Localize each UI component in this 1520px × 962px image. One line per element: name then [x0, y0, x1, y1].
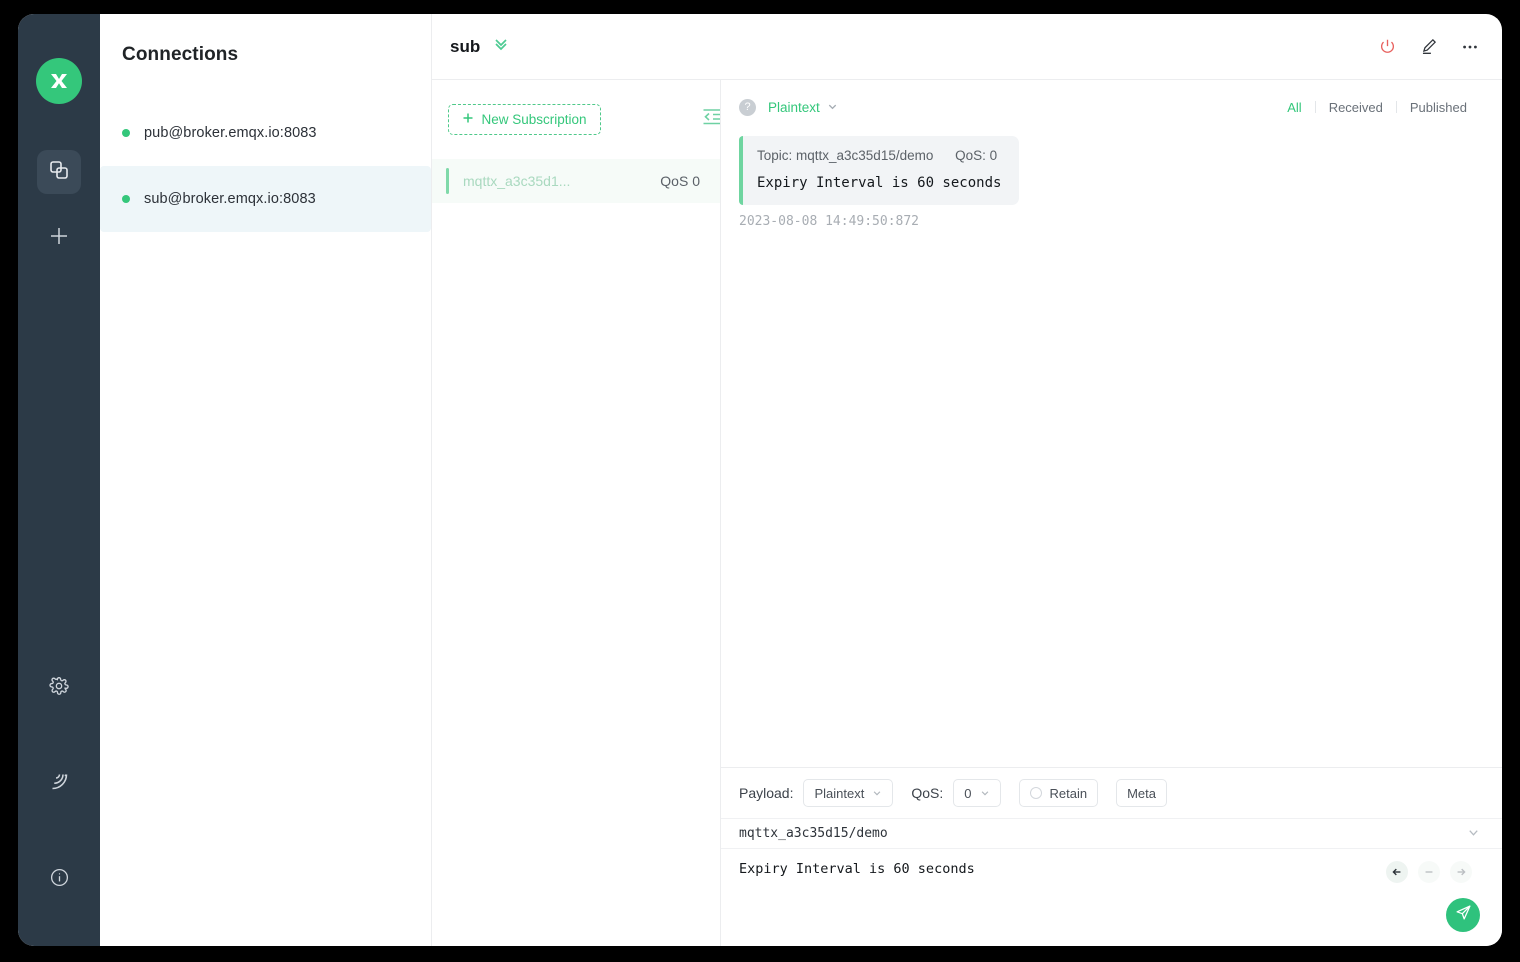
subscription-list-item[interactable]: mqttx_a3c35d1... QoS 0	[432, 159, 720, 203]
subscription-topic: mqttx_a3c35d1...	[463, 173, 571, 189]
filter-tab-all[interactable]: All	[1274, 100, 1314, 115]
subscriptions-panel: New Subscription mqttx_a3c35d1... QoS 0	[432, 80, 721, 946]
messages-toolbar: ? Plaintext All Received Published	[721, 88, 1502, 126]
message-meta: Topic: mqttx_a3c35d15/demo QoS: 0	[757, 148, 1001, 163]
messages-column: ? Plaintext All Received Published Topic…	[721, 80, 1502, 946]
connection-list-item-pub[interactable]: pub@broker.emqx.io:8083	[100, 100, 431, 166]
composer-qos-value: 0	[964, 785, 972, 801]
mqttx-logo	[36, 58, 82, 104]
publish-topic-row[interactable]: mqttx_a3c35d15/demo	[721, 818, 1502, 848]
status-dot	[122, 195, 130, 203]
message-bubble[interactable]: Topic: mqttx_a3c35d15/demo QoS: 0 Expiry…	[739, 136, 1020, 205]
message-topic: Topic: mqttx_a3c35d15/demo	[757, 148, 934, 163]
message-payload: Expiry Interval is 60 seconds	[757, 175, 1002, 191]
publish-topic-input[interactable]: mqttx_a3c35d15/demo	[739, 826, 1467, 841]
message-entry: Topic: mqttx_a3c35d15/demo QoS: 0 Expiry…	[739, 136, 1480, 229]
connection-label: pub@broker.emqx.io:8083	[144, 125, 317, 141]
composer-payload-format-select[interactable]: Plaintext	[803, 779, 894, 807]
body-split: New Subscription mqttx_a3c35d1... QoS 0	[432, 80, 1502, 946]
more-options-icon[interactable]	[1460, 37, 1480, 57]
connection-title: sub	[450, 36, 481, 56]
message-filter-tabs: All Received Published	[1274, 100, 1480, 115]
connection-list-item-sub[interactable]: sub@broker.emqx.io:8083	[100, 166, 431, 232]
chevron-down-icon	[980, 786, 990, 801]
app-window: Connections pub@broker.emqx.io:8083 sub@…	[18, 14, 1502, 946]
payload-label: Payload:	[739, 785, 794, 801]
header-actions	[1378, 37, 1480, 57]
history-next-icon[interactable]	[1450, 861, 1472, 883]
retain-checkbox[interactable]: Retain	[1018, 779, 1099, 807]
messages-scroll-area[interactable]: Topic: mqttx_a3c35d15/demo QoS: 0 Expiry…	[721, 126, 1502, 767]
send-button[interactable]	[1446, 898, 1480, 932]
qos-label: QoS:	[911, 785, 944, 801]
about-icon	[49, 867, 70, 893]
question-mark-icon[interactable]: ?	[739, 98, 756, 116]
status-dot	[122, 129, 130, 137]
edit-icon[interactable]	[1419, 37, 1438, 56]
sidebar-item-about[interactable]	[37, 858, 81, 902]
disconnect-icon[interactable]	[1378, 37, 1397, 56]
payload-format-value: Plaintext	[768, 99, 820, 115]
subscription-color-bar	[446, 168, 449, 194]
filter-tab-received[interactable]: Received	[1316, 100, 1396, 115]
composer-qos-select[interactable]: 0	[953, 779, 1001, 807]
collapse-panel-icon[interactable]	[702, 107, 720, 132]
connections-icon	[48, 159, 70, 186]
connection-header: sub	[432, 14, 1502, 80]
new-subscription-label: New Subscription	[481, 112, 587, 127]
log-icon	[49, 771, 70, 797]
send-icon	[1455, 904, 1472, 926]
subscription-qos: QoS 0	[660, 173, 700, 189]
new-subscription-button[interactable]: New Subscription	[448, 104, 601, 135]
double-chevron-down-icon[interactable]	[492, 35, 510, 58]
left-icon-rail	[18, 14, 100, 946]
page-title: Connections	[122, 44, 239, 65]
composer-payload-format-value: Plaintext	[814, 785, 865, 801]
retain-label: Retain	[1049, 785, 1088, 801]
settings-icon	[49, 676, 69, 701]
meta-button[interactable]: Meta	[1116, 779, 1167, 807]
publish-composer: Payload: Plaintext QoS: 0 Retain Meta mq…	[721, 767, 1502, 946]
connections-panel: Connections pub@broker.emqx.io:8083 sub@…	[100, 14, 432, 946]
message-qos: QoS: 0	[955, 148, 998, 163]
publish-payload-input[interactable]: Expiry Interval is 60 seconds	[739, 861, 1484, 877]
chevron-down-icon	[872, 786, 882, 801]
rail-bottom-group	[18, 666, 100, 902]
chevron-down-icon	[827, 100, 838, 115]
publish-payload-row[interactable]: Expiry Interval is 60 seconds	[721, 848, 1502, 946]
retain-radio-icon	[1029, 787, 1042, 799]
filter-tab-published[interactable]: Published	[1397, 100, 1480, 115]
sidebar-item-new-connection[interactable]	[37, 216, 81, 260]
history-nav-buttons	[1386, 861, 1472, 883]
new-connection-icon	[48, 225, 70, 252]
history-clear-icon[interactable]	[1418, 861, 1440, 883]
chevron-down-icon[interactable]	[1467, 826, 1480, 842]
message-timestamp: 2023-08-08 14:49:50:872	[739, 214, 920, 229]
payload-format-select[interactable]: Plaintext	[768, 100, 838, 115]
sidebar-item-logs[interactable]	[37, 762, 81, 806]
composer-options: Payload: Plaintext QoS: 0 Retain Meta	[721, 768, 1502, 818]
plus-icon	[462, 112, 474, 127]
history-prev-icon[interactable]	[1386, 861, 1408, 883]
sidebar-item-settings[interactable]	[37, 666, 81, 710]
meta-label: Meta	[1127, 785, 1156, 801]
sidebar-item-connections[interactable]	[37, 150, 81, 194]
main-area: sub New Subscription mqttx_a3c35d1... Qo…	[432, 14, 1502, 946]
connection-label: sub@broker.emqx.io:8083	[144, 191, 316, 207]
